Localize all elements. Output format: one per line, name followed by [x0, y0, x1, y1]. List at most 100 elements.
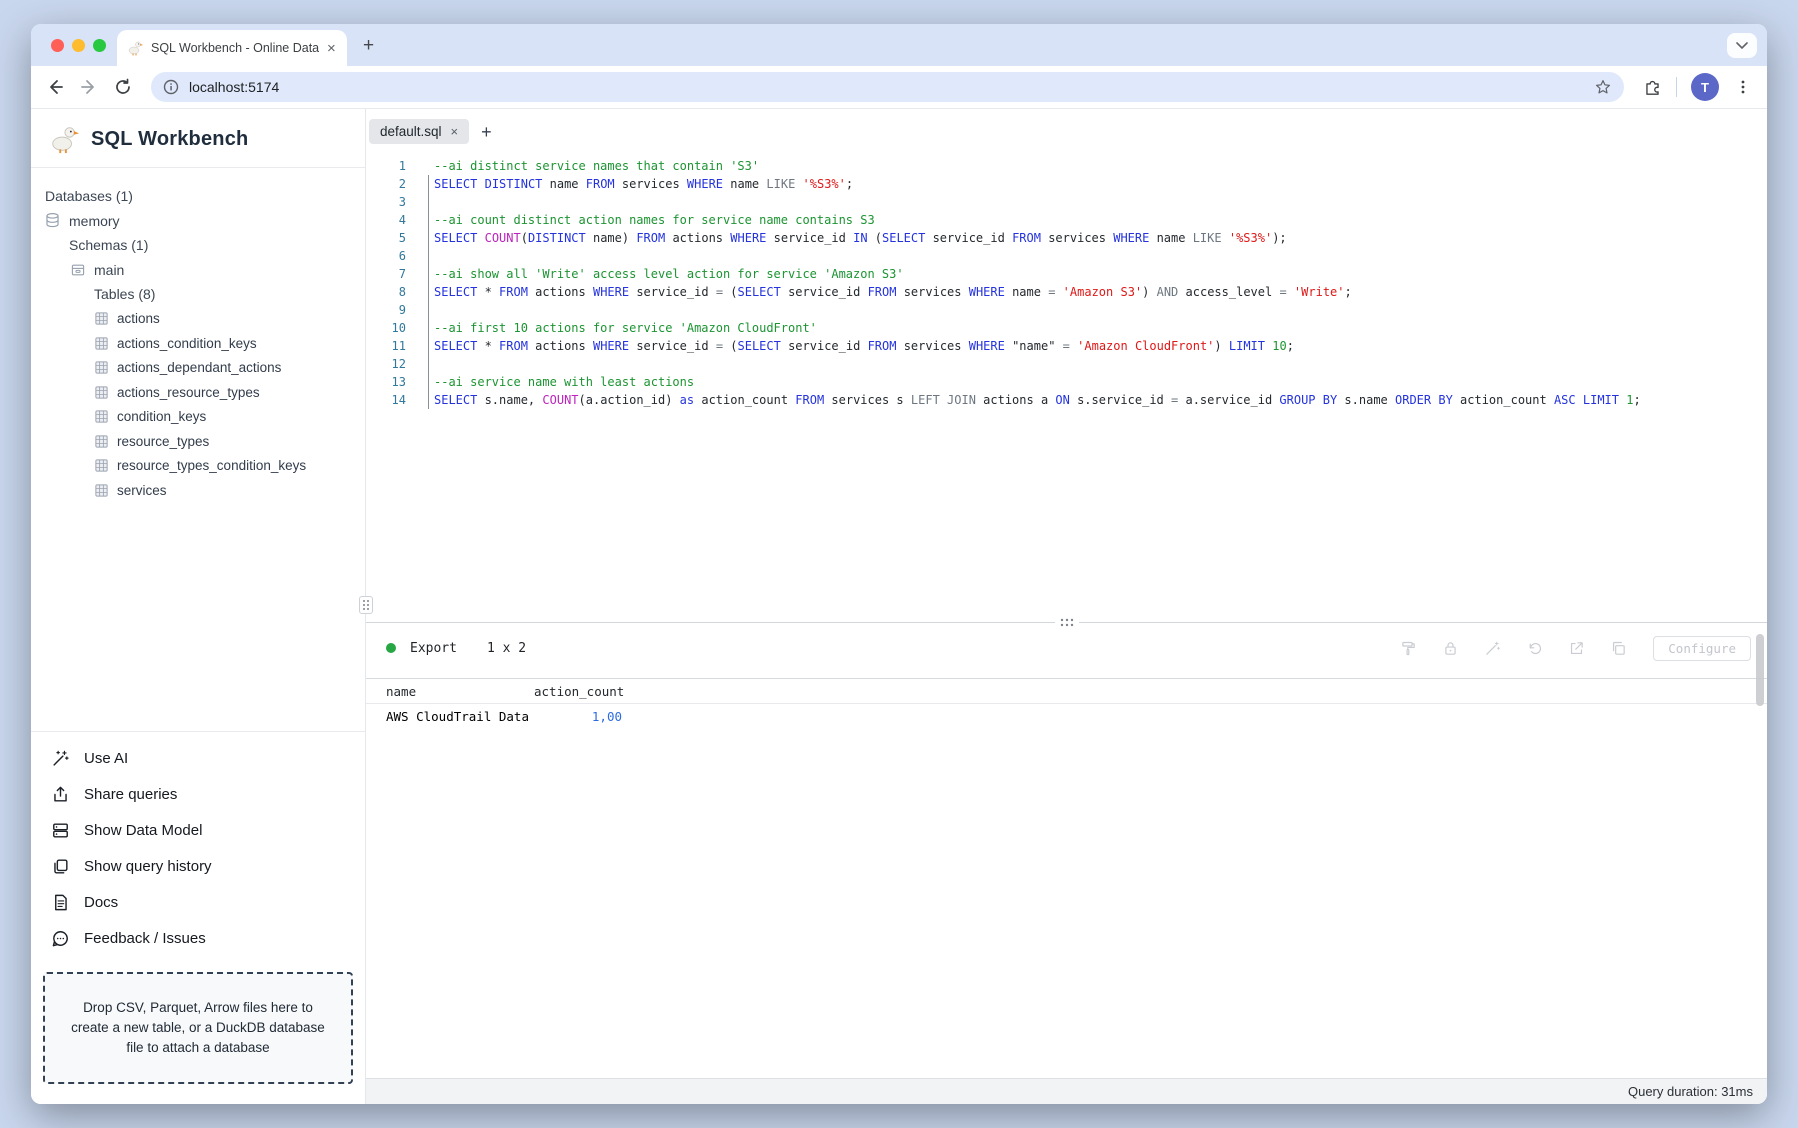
code-line[interactable]: 7--ai show all 'Write' access level acti… — [366, 265, 1767, 283]
reload-button[interactable] — [113, 77, 133, 97]
zoom-window-button[interactable] — [93, 39, 106, 52]
code-line[interactable]: 5SELECT COUNT(DISTINCT name) FROM action… — [366, 229, 1767, 247]
table-name: resource_types_condition_keys — [117, 458, 306, 473]
code-line[interactable]: 4--ai count distinct action names for se… — [366, 211, 1767, 229]
code-line[interactable]: 11SELECT * FROM actions WHERE service_id… — [366, 337, 1767, 355]
new-tab-button[interactable]: + — [363, 36, 374, 55]
table-icon — [94, 336, 109, 351]
sidebar-item-docs[interactable]: Docs — [31, 884, 365, 920]
bookmark-star-icon[interactable] — [1594, 78, 1612, 96]
line-number: 1 — [366, 157, 406, 175]
feedback-icon — [51, 929, 70, 948]
splitter-grip-icon[interactable] — [1055, 617, 1079, 628]
table-item-resource_types[interactable]: resource_types — [31, 429, 355, 454]
undo-icon[interactable] — [1526, 640, 1543, 657]
tab-search-button[interactable] — [1727, 33, 1757, 58]
query-duration: Query duration: 31ms — [1628, 1084, 1753, 1099]
sidebar-resize-handle[interactable] — [359, 596, 373, 614]
code-text: --ai service name with least actions — [406, 373, 694, 391]
file-drop-zone[interactable]: Drop CSV, Parquet, Arrow files here to c… — [43, 972, 353, 1084]
cell-name: AWS CloudTrail Data — [386, 709, 534, 724]
sidebar-item-share-queries[interactable]: Share queries — [31, 776, 365, 812]
table-name: actions_resource_types — [117, 385, 260, 400]
code-line[interactable]: 12 — [366, 355, 1767, 373]
sidebar-item-use-ai[interactable]: Use AI — [31, 740, 365, 776]
editor-tab-label: default.sql — [380, 124, 442, 139]
table-item-services[interactable]: services — [31, 478, 355, 503]
extensions-icon[interactable] — [1642, 77, 1662, 97]
url-text[interactable]: localhost:5174 — [189, 79, 1584, 95]
table-item-actions_condition_keys[interactable]: actions_condition_keys — [31, 331, 355, 356]
paint-roller-icon[interactable] — [1400, 640, 1417, 657]
code-line[interactable]: 1--ai distinct service names that contai… — [366, 157, 1767, 175]
table-item-actions_resource_types[interactable]: actions_resource_types — [31, 380, 355, 405]
panel-splitter[interactable] — [366, 616, 1767, 630]
sidebar: SQL Workbench Databases (1) memory Schem… — [31, 109, 366, 1104]
code-line[interactable]: 6 — [366, 247, 1767, 265]
code-line[interactable]: 8SELECT * FROM actions WHERE service_id … — [366, 283, 1767, 301]
table-item-actions_dependant_actions[interactable]: actions_dependant_actions — [31, 356, 355, 381]
line-number: 10 — [366, 319, 406, 337]
code-line[interactable]: 13--ai service name with least actions — [366, 373, 1767, 391]
table-item-condition_keys[interactable]: condition_keys — [31, 405, 355, 430]
table-item-actions[interactable]: actions — [31, 307, 355, 332]
toolbar-separator — [1676, 77, 1677, 97]
close-window-button[interactable] — [51, 39, 64, 52]
external-link-icon[interactable] — [1568, 640, 1585, 657]
sidebar-item-show-data-model[interactable]: Show Data Model — [31, 812, 365, 848]
code-line[interactable]: 3 — [366, 193, 1767, 211]
back-button[interactable] — [45, 77, 65, 97]
database-tree: Databases (1) memory Schemas (1) main — [31, 168, 365, 503]
line-number: 12 — [366, 355, 406, 373]
editor-tab-close-icon[interactable]: × — [451, 125, 459, 138]
share-icon — [51, 785, 70, 804]
code-line[interactable]: 10--ai first 10 actions for service 'Ama… — [366, 319, 1767, 337]
editor-pane: default.sql × + 1--ai distinct service n… — [366, 109, 1767, 1104]
code-text: --ai distinct service names that contain… — [406, 157, 759, 175]
cell-action-count: 1,00 — [534, 709, 622, 724]
schema-item-main[interactable]: main — [31, 258, 355, 283]
browser-tab[interactable]: SQL Workbench - Online Data × — [117, 30, 347, 66]
schemas-section-label: Schemas (1) — [31, 233, 355, 258]
lock-icon[interactable] — [1442, 640, 1459, 657]
sidebar-item-feedback[interactable]: Feedback / Issues — [31, 920, 365, 956]
code-line[interactable]: 2SELECT DISTINCT name FROM services WHER… — [366, 175, 1767, 193]
table-name: resource_types — [117, 434, 209, 449]
copy-icon[interactable] — [1610, 640, 1627, 657]
column-header-action-count[interactable]: action_count — [534, 684, 622, 699]
wand-icon[interactable] — [1484, 640, 1501, 657]
table-item-resource_types_condition_keys[interactable]: resource_types_condition_keys — [31, 454, 355, 479]
profile-avatar[interactable]: T — [1691, 73, 1719, 101]
editor-tab-default-sql[interactable]: default.sql × — [369, 119, 469, 144]
editor-new-tab-button[interactable]: + — [481, 122, 492, 143]
line-number: 4 — [366, 211, 406, 229]
forward-button[interactable] — [79, 77, 99, 97]
export-button[interactable]: Export — [410, 641, 457, 656]
code-line[interactable]: 9 — [366, 301, 1767, 319]
database-item-memory[interactable]: memory — [31, 209, 355, 234]
code-text — [406, 301, 434, 319]
table-name: actions — [117, 311, 160, 326]
editor-tab-bar: default.sql × + — [366, 109, 1767, 149]
address-bar[interactable]: localhost:5174 — [151, 72, 1624, 102]
browser-menu-icon[interactable] — [1733, 77, 1753, 97]
line-number: 9 — [366, 301, 406, 319]
code-text: SELECT * FROM actions WHERE service_id =… — [406, 337, 1294, 355]
site-info-icon[interactable] — [163, 79, 179, 95]
code-line[interactable]: 14SELECT s.name, COUNT(a.action_id) as a… — [366, 391, 1767, 409]
results-panel: Export 1 x 2 — [366, 630, 1767, 1104]
sidebar-item-show-query-history[interactable]: Show query history — [31, 848, 365, 884]
scrollbar-thumb[interactable] — [1756, 634, 1764, 706]
sidebar-menu: Use AI Share queries Show Data Model — [31, 731, 365, 964]
sql-editor[interactable]: 1--ai distinct service names that contai… — [366, 149, 1767, 616]
chevron-down-icon — [1736, 42, 1748, 50]
tables-section-label: Tables (8) — [31, 282, 355, 307]
schema-icon — [70, 262, 86, 278]
column-header-name[interactable]: name — [386, 684, 534, 699]
table-row[interactable]: AWS CloudTrail Data 1,00 — [366, 704, 1767, 729]
configure-button[interactable]: Configure — [1653, 636, 1751, 661]
tab-close-icon[interactable]: × — [327, 41, 336, 56]
minimize-window-button[interactable] — [72, 39, 85, 52]
code-text: SELECT s.name, COUNT(a.action_id) as act… — [406, 391, 1641, 409]
table-icon — [94, 311, 109, 326]
